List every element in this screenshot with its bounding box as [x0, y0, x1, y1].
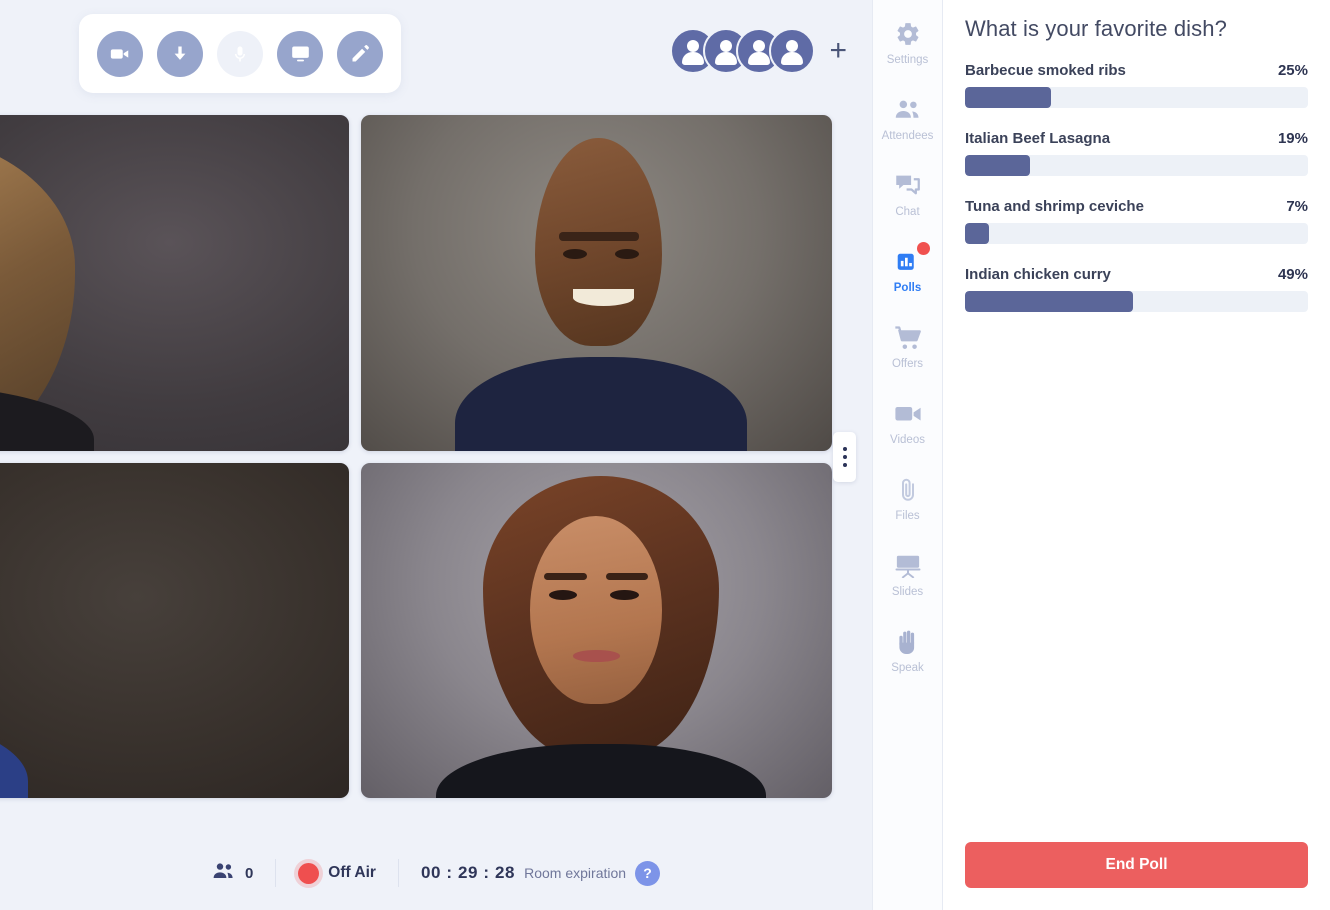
- sidebar-item-label: Slides: [891, 585, 924, 598]
- air-status-group[interactable]: Off Air: [276, 862, 398, 884]
- bar-chart-icon: [893, 241, 930, 277]
- paperclip-icon: [893, 475, 923, 505]
- easel-icon: [893, 551, 923, 581]
- poll-option-track: [965, 291, 1308, 312]
- sidebar-item-polls[interactable]: Polls: [872, 232, 943, 308]
- camcorder-icon: [893, 399, 923, 429]
- sidebar-item-label: Polls: [893, 281, 922, 294]
- poll-option: Italian Beef Lasagna 19%: [965, 130, 1308, 176]
- video-stage: + 0 Off Air 00: 29: 28 Room expiration…: [0, 0, 872, 910]
- poll-option-fill: [965, 223, 989, 244]
- poll-options-list: Barbecue smoked ribs 25% Italian Beef La…: [965, 62, 1308, 334]
- chat-icon: [893, 171, 923, 201]
- video-tile-4[interactable]: [360, 462, 832, 798]
- help-icon[interactable]: ?: [635, 860, 661, 886]
- people-icon: [893, 95, 923, 125]
- gear-icon: [893, 19, 923, 49]
- poll-option-label: Italian Beef Lasagna: [965, 130, 1111, 147]
- end-poll-button[interactable]: End Poll: [965, 842, 1308, 888]
- video-grid: [0, 115, 832, 798]
- viewer-count-group: 0: [190, 861, 275, 886]
- notification-badge: [916, 241, 930, 255]
- people-icon: [212, 861, 236, 886]
- mic-icon[interactable]: [217, 30, 263, 77]
- sidebar-item-label: Attendees: [881, 129, 934, 142]
- download-icon[interactable]: [157, 30, 203, 77]
- poll-option-percent: 19%: [1277, 130, 1308, 147]
- room-timer: 00 : 29 : 28: [420, 863, 516, 882]
- poll-panel: What is your favorite dish? Barbecue smo…: [943, 0, 1330, 910]
- camera-icon[interactable]: [97, 30, 143, 77]
- sidebar-item-label: Videos: [890, 433, 925, 446]
- poll-option-track: [965, 87, 1308, 108]
- viewer-count: 0: [244, 864, 254, 882]
- avatar[interactable]: [769, 28, 816, 74]
- sidebar-rail: Settings Attendees Chat Polls Offers Vid…: [872, 0, 943, 910]
- sidebar-item-speak[interactable]: Speak: [872, 612, 943, 688]
- sidebar-item-settings[interactable]: Settings: [872, 4, 943, 80]
- poll-option-fill: [965, 87, 1051, 108]
- sidebar-item-offers[interactable]: Offers: [872, 308, 943, 384]
- hand-icon: [893, 627, 923, 657]
- media-toolbar: [79, 14, 401, 93]
- room-expiration-group: 00 : 29 : 28 Room expiration ?: [399, 860, 682, 886]
- poll-option: Tuna and shrimp ceviche 7%: [965, 198, 1308, 244]
- video-tile-1[interactable]: [0, 115, 349, 451]
- poll-option-label: Indian chicken curry: [965, 266, 1111, 283]
- sidebar-item-label: Speak: [891, 661, 924, 674]
- video-conference-app: + 0 Off Air 00: 29: 28 Room expiration…: [0, 0, 1330, 910]
- poll-option-percent: 49%: [1277, 266, 1308, 283]
- poll-option-fill: [965, 291, 1134, 312]
- sidebar-item-attendees[interactable]: Attendees: [872, 80, 943, 156]
- poll-option-track: [965, 155, 1308, 176]
- poll-option-fill: [965, 155, 1031, 176]
- sidebar-item-label: Offers: [891, 357, 924, 370]
- poll-option: Indian chicken curry 49%: [965, 266, 1308, 312]
- video-tile-2[interactable]: [360, 115, 832, 451]
- room-expiration-label: Room expiration: [524, 865, 627, 881]
- cart-icon: [893, 323, 923, 353]
- status-bar: 0 Off Air 00 : 29 : 28 Room expiration ?: [0, 836, 872, 910]
- poll-option-percent: 25%: [1277, 62, 1308, 79]
- poll-option-track: [965, 223, 1308, 244]
- live-indicator-dot: [298, 862, 320, 884]
- air-status-label: Off Air: [328, 864, 376, 881]
- sidebar-item-chat[interactable]: Chat: [872, 156, 943, 232]
- poll-question: What is your favorite dish?: [965, 16, 1227, 41]
- poll-option-label: Barbecue smoked ribs: [965, 62, 1126, 79]
- poll-option-percent: 7%: [1286, 198, 1308, 215]
- poll-option-label: Tuna and shrimp ceviche: [965, 198, 1144, 215]
- sidebar-item-label: Chat: [895, 205, 920, 218]
- poll-option: Barbecue smoked ribs 25%: [965, 62, 1308, 108]
- screen-share-icon[interactable]: [277, 30, 323, 77]
- sidebar-item-slides[interactable]: Slides: [872, 536, 943, 612]
- sidebar-item-files[interactable]: Files: [872, 460, 943, 536]
- panel-resize-handle[interactable]: [833, 432, 856, 482]
- participant-avatars: +: [670, 28, 847, 74]
- video-tile-3[interactable]: [0, 462, 349, 798]
- sidebar-item-label: Settings: [886, 53, 929, 66]
- add-participant-button[interactable]: +: [829, 36, 847, 66]
- sidebar-item-label: Files: [895, 509, 920, 522]
- sidebar-item-videos[interactable]: Videos: [872, 384, 943, 460]
- pencil-icon[interactable]: [337, 30, 383, 77]
